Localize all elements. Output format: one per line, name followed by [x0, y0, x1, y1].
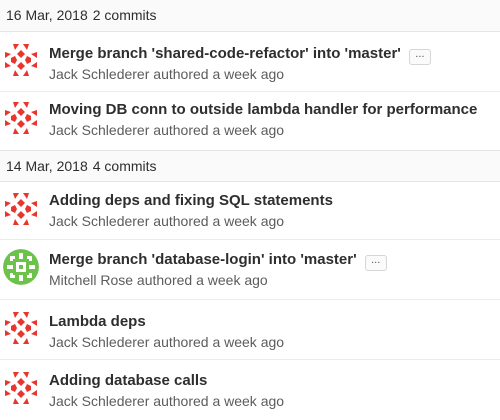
- day-header: 14 Mar, 2018 4 commits: [0, 150, 500, 182]
- commit-title[interactable]: Merge branch 'shared-code-refactor' into…: [49, 45, 401, 62]
- commit-time: a week ago: [212, 393, 285, 409]
- day-commit-count: 4 commits: [92, 158, 157, 174]
- commit-meta: Jack Schlederer authored a week ago: [49, 391, 284, 411]
- commit-author[interactable]: Jack Schlederer: [49, 213, 149, 229]
- commit-meta: Mitchell Rose authored a week ago: [49, 270, 268, 290]
- commit-row[interactable]: Adding deps and fixing SQL statements Ja…: [0, 182, 500, 240]
- commit-meta: Jack Schlederer authored a week ago: [49, 211, 284, 231]
- commit-meta: Jack Schlederer authored a week ago: [49, 64, 284, 84]
- commit-row[interactable]: Merge branch 'database-login' into 'mast…: [0, 240, 500, 300]
- day-date: 14 Mar, 2018: [6, 158, 88, 174]
- commit-action: authored: [153, 334, 209, 350]
- commit-action: authored: [153, 122, 209, 138]
- commit-row[interactable]: Moving DB conn to outside lambda handler…: [0, 92, 500, 150]
- commit-title[interactable]: Lambda deps: [49, 313, 146, 330]
- day-header: 16 Mar, 2018 2 commits: [0, 0, 500, 32]
- toggle-description-button[interactable]: ...: [364, 255, 387, 271]
- user-avatar-icon[interactable]: [3, 370, 39, 406]
- commit-title-line: Adding database calls: [49, 371, 207, 391]
- commit-time: a week ago: [212, 66, 285, 82]
- user-avatar-icon[interactable]: [3, 191, 39, 227]
- commit-title-line: Merge branch 'shared-code-refactor' into…: [49, 44, 431, 65]
- commit-title[interactable]: Adding database calls: [49, 372, 207, 389]
- commit-title-line: Moving DB conn to outside lambda handler…: [49, 100, 477, 120]
- commit-time: a week ago: [212, 334, 285, 350]
- commit-meta: Jack Schlederer authored a week ago: [49, 332, 284, 352]
- commit-action: authored: [153, 66, 209, 82]
- commit-time: a week ago: [212, 122, 285, 138]
- commit-action: authored: [153, 213, 209, 229]
- commit-action: authored: [136, 272, 193, 288]
- commit-title-line: Merge branch 'database-login' into 'mast…: [49, 250, 387, 271]
- day-date: 16 Mar, 2018: [6, 7, 88, 23]
- commit-time: a week ago: [196, 272, 268, 288]
- user-avatar-icon[interactable]: [3, 42, 39, 78]
- commit-title[interactable]: Merge branch 'database-login' into 'mast…: [49, 251, 357, 268]
- commit-author[interactable]: Jack Schlederer: [49, 66, 149, 82]
- user-avatar-icon[interactable]: [3, 249, 39, 285]
- toggle-description-button[interactable]: ...: [408, 49, 431, 65]
- commit-author[interactable]: Jack Schlederer: [49, 393, 149, 409]
- commit-title[interactable]: Adding deps and fixing SQL statements: [49, 192, 333, 209]
- commit-time: a week ago: [212, 213, 285, 229]
- day-commit-count: 2 commits: [92, 7, 157, 23]
- commit-title-line: Adding deps and fixing SQL statements: [49, 191, 333, 211]
- commit-list: 16 Mar, 2018 2 commits Merge branch 'shar…: [0, 0, 500, 420]
- commit-author[interactable]: Mitchell Rose: [49, 272, 133, 288]
- commit-row[interactable]: Merge branch 'shared-code-refactor' into…: [0, 32, 500, 92]
- commit-author[interactable]: Jack Schlederer: [49, 334, 149, 350]
- user-avatar-icon[interactable]: [3, 310, 39, 346]
- user-avatar-icon[interactable]: [3, 100, 39, 136]
- commit-row[interactable]: Lambda deps Jack Schlederer authored a w…: [0, 300, 500, 360]
- commit-title-line: Lambda deps: [49, 312, 146, 332]
- commit-action: authored: [153, 393, 209, 409]
- commit-title[interactable]: Moving DB conn to outside lambda handler…: [49, 101, 477, 118]
- commit-author[interactable]: Jack Schlederer: [49, 122, 149, 138]
- commit-row[interactable]: Adding database calls Jack Schlederer au…: [0, 360, 500, 420]
- commit-meta: Jack Schlederer authored a week ago: [49, 120, 284, 140]
